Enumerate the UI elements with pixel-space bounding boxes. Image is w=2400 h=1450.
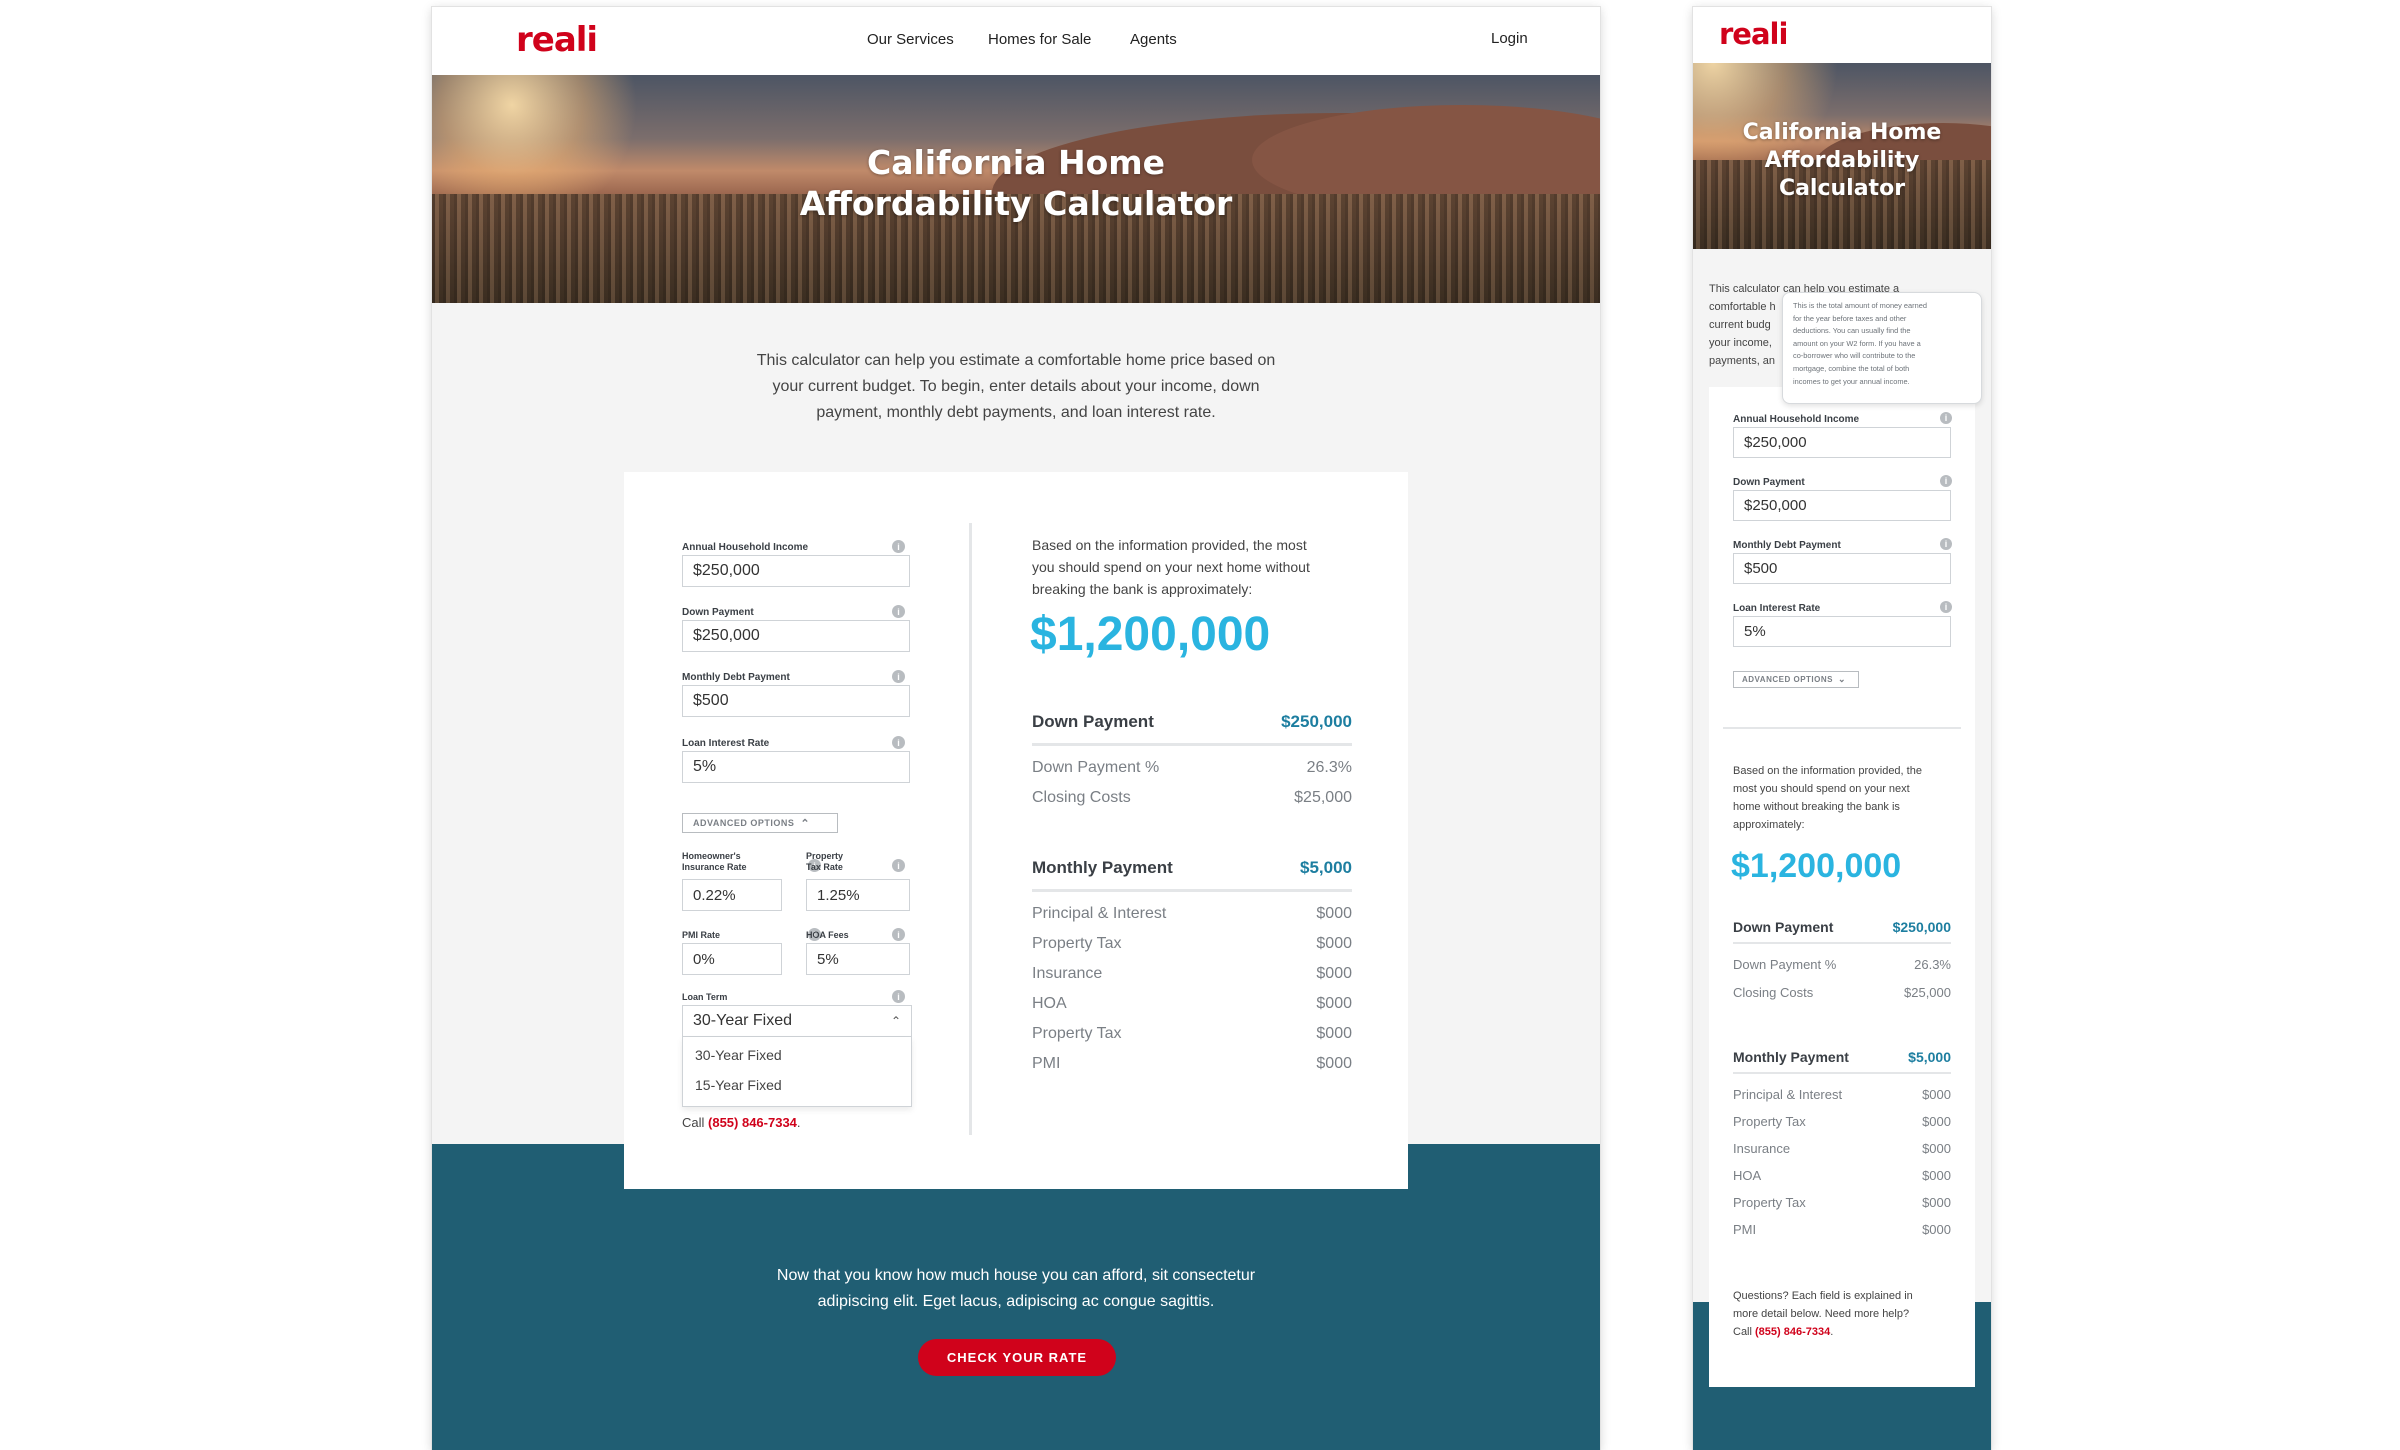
monthly-payment-section: Monthly Payment $5,000 bbox=[1032, 858, 1352, 892]
breakdown-row: Down Payment % 26.3% bbox=[1032, 759, 1352, 776]
dropdown-option[interactable]: 30-Year Fixed bbox=[683, 1037, 911, 1063]
rate-input[interactable]: 5% bbox=[1733, 616, 1951, 647]
rate-input[interactable]: 5% bbox=[682, 751, 910, 783]
down-payment-label: Down Payment bbox=[1733, 477, 1805, 488]
advanced-options-toggle[interactable]: ADVANCED OPTIONS ⌄ bbox=[1733, 671, 1859, 688]
chevron-up-icon: ⌃ bbox=[890, 1014, 901, 1028]
check-your-rate-button[interactable]: CHECK YOUR RATE bbox=[918, 1339, 1116, 1376]
reali-logo[interactable]: reali bbox=[516, 20, 598, 60]
pmi-rate-input[interactable]: 0% bbox=[682, 943, 782, 975]
rate-label: Loan Interest Rate bbox=[682, 738, 770, 749]
breakdown-row: Property Tax $000 bbox=[1733, 1114, 1951, 1129]
breakdown-row: Down Payment % 26.3% bbox=[1733, 957, 1951, 972]
advanced-options-toggle[interactable]: ADVANCED OPTIONS ⌃ bbox=[682, 813, 838, 833]
nav-homes-for-sale[interactable]: Homes for Sale bbox=[988, 31, 1091, 48]
income-input[interactable]: $250,000 bbox=[1733, 427, 1951, 458]
mobile-header: reali bbox=[1693, 7, 1991, 63]
debt-input[interactable]: $500 bbox=[682, 685, 910, 717]
info-icon[interactable]: i bbox=[892, 990, 905, 1003]
affordable-amount: $1,200,000 bbox=[1731, 847, 1902, 885]
hoa-fees-input[interactable]: 5% bbox=[806, 943, 910, 975]
calculator-card: Annual Household Income i $250,000 Down … bbox=[624, 472, 1408, 1189]
phone-link[interactable]: (855) 846-7334 bbox=[708, 1115, 797, 1130]
down-payment-input[interactable]: $250,000 bbox=[682, 620, 910, 652]
info-icon[interactable]: i bbox=[1940, 538, 1952, 550]
mobile-result-intro: Based on the information provided, the mo… bbox=[1733, 765, 1922, 831]
mobile-hero-title: California Home Affordability Calculator bbox=[1742, 120, 1942, 201]
breakdown-row: Property Tax $000 bbox=[1733, 1195, 1951, 1210]
nav-login[interactable]: Login bbox=[1491, 30, 1528, 47]
loan-term-label: Loan Term bbox=[682, 992, 728, 1002]
mobile-page: reali California Home Affordability Calcul… bbox=[1693, 7, 1991, 1450]
hoa-fees-label: HOA Fees bbox=[806, 930, 849, 940]
rate-label: Loan Interest Rate bbox=[1733, 603, 1821, 614]
breakdown-row: Principal & Interest $000 bbox=[1032, 905, 1352, 922]
affordable-amount: $1,200,000 bbox=[1030, 608, 1271, 661]
hero-banner: California Home Affordability Calculator bbox=[432, 75, 1600, 303]
info-icon[interactable]: i bbox=[892, 736, 905, 749]
divider bbox=[969, 523, 972, 1135]
info-icon[interactable]: i bbox=[892, 670, 905, 683]
info-icon[interactable]: i bbox=[892, 859, 905, 872]
chevron-up-icon: ⌃ bbox=[800, 817, 811, 830]
income-input[interactable]: $250,000 bbox=[682, 555, 910, 587]
insurance-rate-input[interactable]: 0.22% bbox=[682, 879, 782, 911]
nav-agents[interactable]: Agents bbox=[1130, 31, 1177, 48]
chevron-down-icon: ⌄ bbox=[1837, 674, 1847, 684]
loan-term-dropdown: 30-Year Fixed 15-Year Fixed bbox=[682, 1037, 912, 1107]
info-icon[interactable]: i bbox=[892, 928, 905, 941]
hero-title: California Home Affordability Calculator bbox=[799, 143, 1233, 223]
breakdown-row: HOA $000 bbox=[1733, 1168, 1951, 1183]
info-icon[interactable]: i bbox=[892, 540, 905, 553]
loan-term-select[interactable]: 30-Year Fixed ⌃ bbox=[682, 1005, 912, 1037]
down-payment-input[interactable]: $250,000 bbox=[1733, 490, 1951, 521]
income-label: Annual Household Income bbox=[682, 542, 809, 553]
down-payment-label: Down Payment bbox=[682, 607, 754, 618]
down-payment-section: Down Payment $250,000 bbox=[1032, 712, 1352, 746]
info-icon[interactable]: i bbox=[1940, 601, 1952, 613]
breakdown-row: Insurance $000 bbox=[1032, 965, 1352, 982]
breakdown-row: Closing Costs $25,000 bbox=[1733, 985, 1951, 1000]
breakdown-row: Closing Costs $25,000 bbox=[1032, 789, 1352, 806]
header-bar: reali Our Services Homes for Sale Agents… bbox=[432, 7, 1600, 75]
breakdown-row: Property Tax $000 bbox=[1032, 935, 1352, 952]
down-payment-section: Down Payment $250,000 bbox=[1733, 919, 1951, 944]
questions-text: Questions? Each field is explained in mor… bbox=[1733, 1290, 1913, 1338]
income-label: Annual Household Income bbox=[1733, 414, 1860, 425]
breakdown-row: HOA $000 bbox=[1032, 995, 1352, 1012]
debt-label: Monthly Debt Payment bbox=[682, 672, 790, 683]
desktop-page: reali Our Services Homes for Sale Agents… bbox=[432, 7, 1600, 1450]
property-tax-rate-input[interactable]: 1.25% bbox=[806, 879, 910, 911]
info-icon[interactable]: i bbox=[1940, 475, 1952, 487]
footer-text: Now that you know how much house you can… bbox=[776, 1267, 1256, 1310]
breakdown-row: PMI $000 bbox=[1733, 1222, 1951, 1237]
intro-text: This calculator can help you estimate a … bbox=[756, 352, 1276, 421]
dropdown-option[interactable]: 15-Year Fixed bbox=[683, 1063, 911, 1093]
property-tax-rate-label: Property Tax Rate bbox=[806, 851, 844, 872]
breakdown-row: Property Tax $000 bbox=[1032, 1025, 1352, 1042]
divider bbox=[1723, 727, 1961, 729]
debt-input[interactable]: $500 bbox=[1733, 553, 1951, 584]
mobile-hero: California Home Affordability Calculator bbox=[1693, 63, 1991, 249]
income-tooltip: This is the total amount of money earned… bbox=[1782, 292, 1982, 404]
mobile-calculator-card: Annual Household Income i $250,000 Down … bbox=[1709, 387, 1975, 1387]
phone-link[interactable]: (855) 846-7334 bbox=[1755, 1326, 1830, 1338]
reali-logo[interactable]: reali bbox=[1719, 17, 1788, 51]
info-icon[interactable]: i bbox=[1940, 412, 1952, 424]
debt-label: Monthly Debt Payment bbox=[1733, 540, 1841, 551]
info-icon[interactable]: i bbox=[892, 605, 905, 618]
nav-our-services[interactable]: Our Services bbox=[867, 31, 954, 48]
call-text: Call (855) 846-7334. bbox=[682, 1115, 801, 1130]
insurance-rate-label: Homeowner's Insurance Rate bbox=[682, 851, 747, 872]
breakdown-row: Insurance $000 bbox=[1733, 1141, 1951, 1156]
breakdown-row: PMI $000 bbox=[1032, 1055, 1352, 1072]
breakdown-row: Principal & Interest $000 bbox=[1733, 1087, 1951, 1102]
result-intro: Based on the information provided, the m… bbox=[1032, 537, 1310, 597]
pmi-rate-label: PMI Rate bbox=[682, 930, 721, 940]
monthly-payment-section: Monthly Payment $5,000 bbox=[1733, 1049, 1951, 1074]
